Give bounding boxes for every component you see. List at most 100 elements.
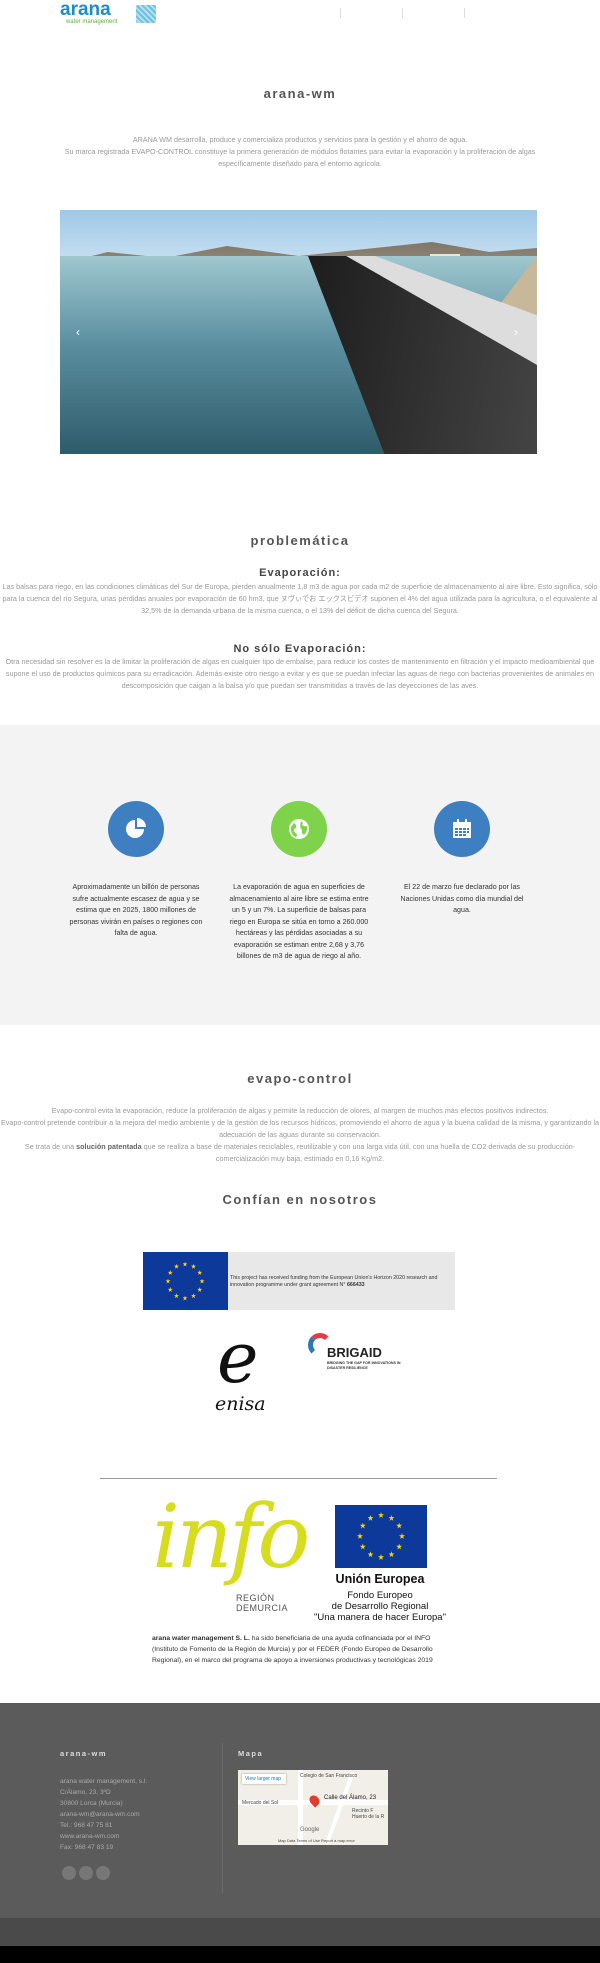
slider-next-arrow-icon[interactable]: ›: [514, 325, 518, 339]
feature-1-circle: [108, 801, 164, 857]
evapo-line-3-pre: Se trata de una: [24, 1142, 77, 1151]
site-footer: arana-wm arana water management, s.l. C/…: [0, 1703, 600, 1918]
page-bottom-strip: [0, 1946, 600, 1963]
ue-fondo-2: de Desarrollo Regional: [331, 1601, 429, 1612]
map-label-street: Calle del Álamo, 23: [324, 1795, 377, 1801]
divider: [100, 1478, 497, 1479]
ue-fondo: Fondo Europeo de Desarrollo Regional "Un…: [305, 1590, 455, 1623]
twitter-icon[interactable]: [79, 1866, 93, 1880]
footer-fax: Fax: 968 47 83 19: [60, 1844, 114, 1851]
eu-star-icon: [367, 1551, 374, 1558]
logo-subtitle: water management: [66, 19, 118, 25]
eu-flag-icon: [143, 1252, 228, 1310]
region-line-1: REGIÓN: [236, 1593, 275, 1603]
feature-1-text: Aproximadamente un billón de personas su…: [69, 883, 203, 937]
horizon-text: This project has received funding from t…: [230, 1275, 438, 1288]
no-solo-text: Otra necesidad sin resolver es la de lim…: [5, 657, 595, 690]
brigaid-tagline: BRIDGING THE GAP FOR INNOVATIONS IN DISA…: [327, 1361, 401, 1370]
nav-item-2[interactable]: [402, 8, 411, 18]
view-larger-map-button[interactable]: View larger map: [242, 1774, 286, 1784]
brigaid-logo: BRIGAID BRIDGING THE GAP FOR INNOVATIONS…: [308, 1333, 418, 1378]
evapo-text: Evapo-control evita la evaporación, redu…: [0, 1105, 600, 1165]
intro-line-3: específicamente diseñado para el entorno…: [218, 159, 382, 168]
calendar-icon: [453, 819, 471, 838]
logo-word: arana: [60, 0, 111, 20]
eu-star-icon: [367, 1514, 374, 1521]
eu-star-icon: [165, 1278, 171, 1284]
evaporacion-text: Las balsas para riego, en las condicione…: [2, 582, 598, 615]
intro-title: arana-wm: [263, 86, 337, 101]
eu-star-icon: [174, 1263, 179, 1269]
nav-item-1[interactable]: [340, 8, 349, 18]
eu-star-icon: [359, 1522, 366, 1529]
globe-icon: [289, 819, 309, 839]
arana-logo[interactable]: arana water management: [60, 0, 160, 26]
footer-email[interactable]: arana-wm@arana-wm.com: [60, 1811, 140, 1818]
eu-star-icon: [378, 1554, 384, 1560]
ue-title: Unión Europea: [335, 1572, 425, 1586]
nav-item-3[interactable]: [464, 8, 473, 18]
enisa-e: e: [217, 1317, 259, 1399]
feature-2-circle: [271, 801, 327, 857]
footer-city: 30800 Lorca (Murcia): [60, 1800, 123, 1807]
eu-star-icon: [396, 1543, 403, 1550]
map-footer-links[interactable]: Map Data Terms of Use Report a map error: [278, 1838, 355, 1843]
region-line-2: DEMURCIA: [236, 1603, 289, 1613]
footer-address: C/Álamo, 23, 3ºD: [60, 1789, 111, 1796]
map-label-colegio: Colegio de San Francisco: [300, 1773, 358, 1779]
evaporacion-title: Evaporación:: [259, 567, 341, 579]
location-map[interactable]: View larger map Colegio de San Francisco…: [238, 1770, 388, 1845]
eu-star-icon: [399, 1533, 405, 1539]
footer-tel: Tel.: 968 47 75 81: [60, 1822, 113, 1829]
eu-star-icon: [357, 1533, 363, 1539]
eu-star-icon: [197, 1287, 203, 1292]
footer-divider: [222, 1743, 223, 1893]
eu-star-icon: [197, 1270, 203, 1275]
footer-company: arana water management, s.l.: [60, 1778, 148, 1785]
map-label-mercado: Mercado del Sol: [242, 1800, 279, 1806]
eu-star-icon: [388, 1551, 395, 1558]
eu-star-icon: [378, 1512, 384, 1518]
slider-prev-arrow-icon[interactable]: ‹: [76, 325, 80, 339]
map-google-logo: Google: [300, 1827, 320, 1833]
region-murcia: REGIÓN DEMURCIA: [236, 1593, 288, 1613]
footer-col1-title: arana-wm: [60, 1749, 108, 1758]
logo-mark-icon: [136, 5, 156, 23]
image-slider[interactable]: ‹ ›: [60, 210, 537, 454]
eu-star-icon: [396, 1522, 403, 1529]
eu-star-icon: [359, 1543, 366, 1550]
confian-title: Confían en nosotros: [222, 1192, 378, 1207]
enisa-logo: e enisa: [205, 1317, 275, 1415]
eu-star-icon: [167, 1287, 173, 1292]
eu-star-icon: [191, 1293, 196, 1299]
evapo-line-2: Evapo-control pretende contribuir a la m…: [0, 1118, 600, 1139]
eu-star-icon: [182, 1295, 188, 1301]
eu-star-icon: [191, 1263, 196, 1269]
facebook-icon[interactable]: [62, 1866, 76, 1880]
main-nav: [340, 8, 550, 20]
feature-3-text: El 22 de marzo fue declarado por las Nac…: [400, 883, 524, 914]
feature-3-circle: [434, 801, 490, 857]
enisa-name: enisa: [215, 1393, 266, 1415]
intro-line-2: Su marca registrada EVAPO-CONTROL consti…: [64, 147, 536, 156]
ue-fondo-1: Fondo Europeo: [347, 1590, 413, 1601]
footer-bottom-bar: [0, 1918, 600, 1946]
patented-solution: solución patentada: [76, 1142, 142, 1151]
footer-web[interactable]: www.arana-wm.com: [60, 1833, 119, 1840]
pie-chart-icon: [126, 818, 146, 838]
map-road-d: [325, 1771, 355, 1844]
eu-star-icon: [388, 1514, 395, 1521]
funding-company: arana water management S. L.: [152, 1635, 250, 1642]
evapo-line-1: Evapo-control evita la evaporación, redu…: [51, 1106, 549, 1115]
intro-line-1: ARANA WM desarrolla, produce y comercial…: [132, 135, 468, 144]
info-murcia-logo: info REGIÓN DEMURCIA: [152, 1485, 310, 1615]
site-header: arana water management: [0, 0, 600, 28]
instagram-icon[interactable]: [96, 1866, 110, 1880]
eu-star-icon: [182, 1261, 188, 1267]
ue-slogan: "Una manera de hacer Europa": [314, 1612, 446, 1623]
intro-text: ARANA WM desarrolla, produce y comercial…: [10, 134, 590, 170]
map-road-v: [298, 1770, 303, 1845]
union-europea-logo: Unión Europea Fondo Europeo de Desarroll…: [305, 1505, 455, 1630]
evapo-title: evapo-control: [247, 1071, 353, 1086]
footer-map-title: Mapa: [238, 1749, 264, 1758]
